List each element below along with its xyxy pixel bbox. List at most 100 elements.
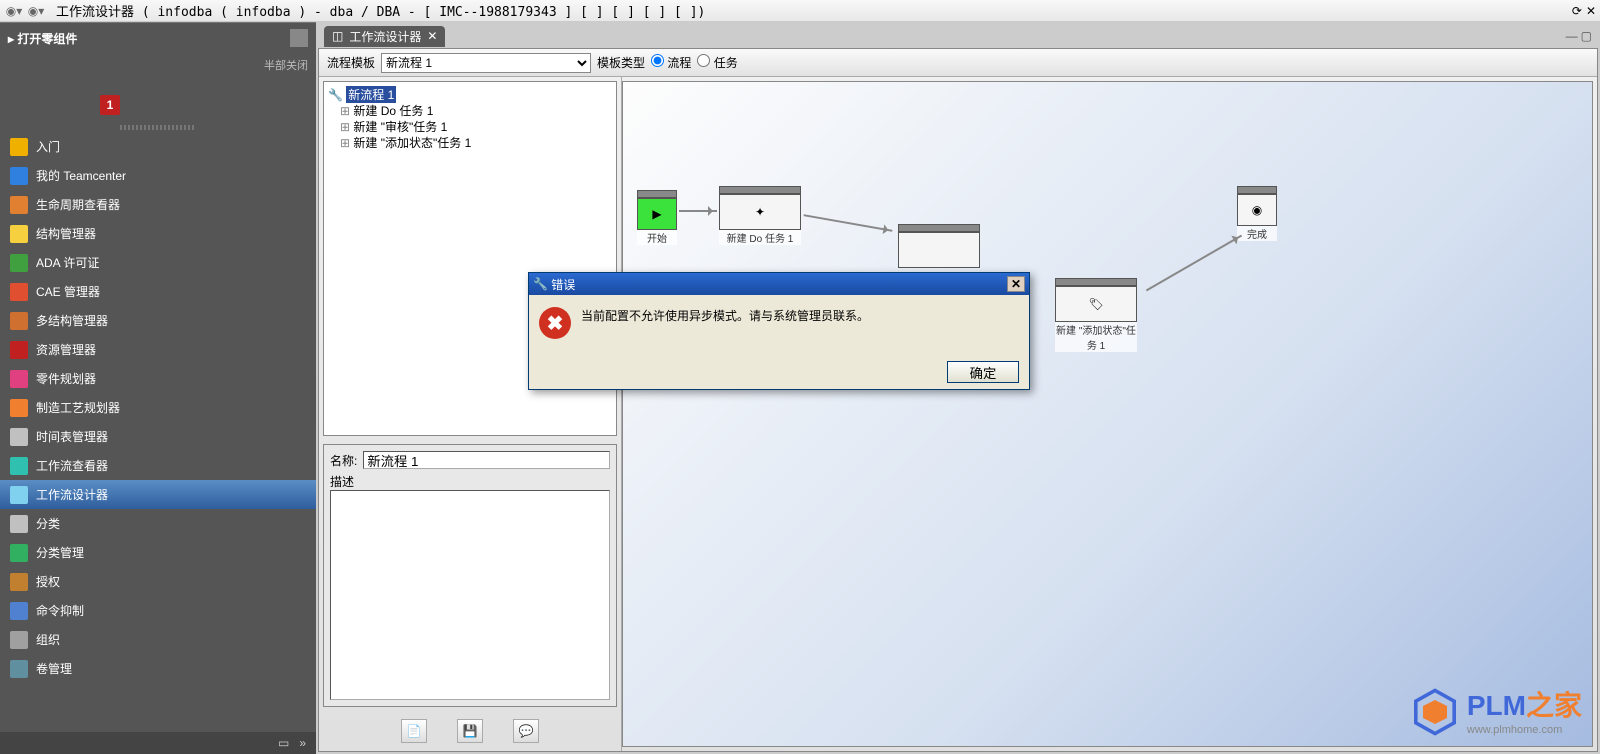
sidebar-item-icon xyxy=(10,399,28,417)
sidebar-item[interactable]: 工作流查看器 xyxy=(0,451,316,480)
type-label: 模板类型 xyxy=(597,54,645,71)
tree-node[interactable]: 新建 Do 任务 1 xyxy=(328,103,612,119)
sidebar-item[interactable]: 多结构管理器 xyxy=(0,306,316,335)
watermark: PLM之家 www.plmhome.com xyxy=(1411,684,1582,736)
tree-node[interactable]: 新建 "添加状态"任务 1 xyxy=(328,135,612,151)
sidebar-item-label: 结构管理器 xyxy=(36,225,96,242)
sidebar-item[interactable]: ADA 许可证 xyxy=(0,248,316,277)
properties-panel: 名称: 描述 xyxy=(323,444,617,707)
sidebar-item-icon xyxy=(10,602,28,620)
tree-root[interactable]: 新流程 1 xyxy=(346,86,396,103)
description-field[interactable] xyxy=(330,490,610,700)
sidebar-item-label: 时间表管理器 xyxy=(36,428,108,445)
sidebar-item-label: 多结构管理器 xyxy=(36,312,108,329)
sidebar-item-label: 分类管理 xyxy=(36,544,84,561)
sidebar-item[interactable]: 分类 xyxy=(0,509,316,538)
sidebar-item-icon xyxy=(10,515,28,533)
sidebar-item[interactable]: 入门 xyxy=(0,132,316,161)
arrow xyxy=(804,214,893,232)
desc-label: 描述 xyxy=(330,473,610,490)
sidebar-item[interactable]: 组织 xyxy=(0,625,316,654)
error-dialog: 🔧 错误 ✕ ✖ 当前配置不允许使用异步模式。请与系统管理员联系。 确定 xyxy=(528,272,1030,390)
template-select[interactable]: 新流程 1 xyxy=(381,53,591,73)
minimize-icon[interactable]: — xyxy=(1566,29,1578,43)
notification-badge: 1 xyxy=(100,95,120,115)
sidebar-item-label: 授权 xyxy=(36,573,60,590)
sidebar-item[interactable]: 命令抑制 xyxy=(0,596,316,625)
search-icon[interactable] xyxy=(290,29,308,47)
help-icon[interactable]: 💬 xyxy=(513,719,539,743)
tab-workflow-designer[interactable]: ◫ 工作流设计器 ✕ xyxy=(324,26,445,47)
sidebar-item-icon xyxy=(10,225,28,243)
dialog-close-icon[interactable]: ✕ xyxy=(1007,276,1025,292)
workflow-canvas[interactable]: ▶ 开始 ✦ 新建 Do 任务 1 🏷 新建 "添加状态"任务 1 xyxy=(622,81,1593,747)
sidebar-item[interactable]: 分类管理 xyxy=(0,538,316,567)
sidebar-item[interactable]: 授权 xyxy=(0,567,316,596)
sidebar-item-label: 分类 xyxy=(36,515,60,532)
sidebar-item[interactable]: 卷管理 xyxy=(0,654,316,683)
sidebar-item[interactable]: 制造工艺规划器 xyxy=(0,393,316,422)
tab-label: 工作流设计器 xyxy=(349,28,421,45)
close-all-link[interactable]: 半部关闭 xyxy=(0,51,316,75)
sidebar-item-label: 生命周期查看器 xyxy=(36,196,120,213)
title-bar: ◉▾ ◉▾ 工作流设计器 ( infodba ( infodba ) - dba… xyxy=(0,0,1600,22)
sidebar-item-label: 我的 Teamcenter xyxy=(36,167,126,184)
sidebar-item-icon xyxy=(10,428,28,446)
save-icon[interactable]: 💾 xyxy=(457,719,483,743)
sidebar-footer: ▭ » xyxy=(0,732,316,754)
fwd-icon[interactable]: ◉▾ xyxy=(26,2,46,20)
maximize-icon[interactable]: ▢ xyxy=(1581,29,1592,43)
node-review-task[interactable] xyxy=(898,224,980,268)
sidebar-item-icon xyxy=(10,341,28,359)
tree-node[interactable]: 新建 "审核"任务 1 xyxy=(328,119,612,135)
sidebar-item[interactable]: 结构管理器 xyxy=(0,219,316,248)
close-icon[interactable]: ✕ xyxy=(1586,4,1596,18)
sidebar-item-label: 卷管理 xyxy=(36,660,72,677)
expand-icon[interactable]: » xyxy=(299,736,306,750)
name-label: 名称: xyxy=(330,452,357,469)
collapse-icon[interactable]: ▭ xyxy=(278,736,289,750)
node-end[interactable]: ◉ 完成 xyxy=(1237,186,1277,241)
sidebar-item[interactable]: 时间表管理器 xyxy=(0,422,316,451)
sidebar-item[interactable]: 生命周期查看器 xyxy=(0,190,316,219)
dialog-message: 当前配置不允许使用异步模式。请与系统管理员联系。 xyxy=(581,307,869,349)
node-start[interactable]: ▶ 开始 xyxy=(637,190,677,245)
sidebar-item[interactable]: 工作流设计器 xyxy=(0,480,316,509)
ok-button[interactable]: 确定 xyxy=(947,361,1019,383)
app-title: 工作流设计器 ( infodba ( infodba ) - dba / DBA… xyxy=(56,1,705,20)
open-components[interactable]: 打开零组件 xyxy=(8,30,77,47)
toolbar: 流程模板 新流程 1 模板类型 流程 任务 xyxy=(319,49,1597,77)
sidebar-item-label: 入门 xyxy=(36,138,60,155)
sidebar-item-label: 命令抑制 xyxy=(36,602,84,619)
sidebar-item-label: 制造工艺规划器 xyxy=(36,399,120,416)
dialog-titlebar[interactable]: 🔧 错误 ✕ xyxy=(529,273,1029,295)
new-icon[interactable]: 📄 xyxy=(401,719,427,743)
name-field[interactable] xyxy=(363,451,610,469)
resize-grip[interactable] xyxy=(120,125,196,130)
radio-task[interactable]: 任务 xyxy=(697,54,737,71)
sidebar-item[interactable]: 零件规划器 xyxy=(0,364,316,393)
arrow xyxy=(1146,235,1242,292)
sidebar-item[interactable]: CAE 管理器 xyxy=(0,277,316,306)
sidebar-item-icon xyxy=(10,312,28,330)
sidebar-item-icon xyxy=(10,544,28,562)
sidebar-item-label: 工作流设计器 xyxy=(36,486,108,503)
sidebar-item[interactable]: 资源管理器 xyxy=(0,335,316,364)
sidebar: 打开零组件 半部关闭 1 入门我的 Teamcenter 生命周期查看器结构管理器… xyxy=(0,22,316,754)
sidebar-item-icon xyxy=(10,196,28,214)
sidebar-item-icon xyxy=(10,167,28,185)
back-icon[interactable]: ◉▾ xyxy=(4,2,24,20)
error-icon: ✖ xyxy=(539,307,571,339)
sidebar-item-label: 组织 xyxy=(36,631,60,648)
sidebar-item-label: ADA 许可证 xyxy=(36,254,99,271)
tab-icon: ◫ xyxy=(332,29,343,43)
radio-process[interactable]: 流程 xyxy=(651,54,691,71)
sidebar-item-icon xyxy=(10,660,28,678)
dialog-title: 错误 xyxy=(551,276,575,293)
node-do-task[interactable]: ✦ 新建 Do 任务 1 xyxy=(719,186,801,245)
sidebar-item-icon xyxy=(10,631,28,649)
node-add-status-task[interactable]: 🏷 新建 "添加状态"任务 1 xyxy=(1055,278,1137,352)
sidebar-item[interactable]: 我的 Teamcenter xyxy=(0,161,316,190)
refresh-icon[interactable]: ⟳ xyxy=(1572,4,1582,18)
tab-close-icon[interactable]: ✕ xyxy=(427,29,437,43)
